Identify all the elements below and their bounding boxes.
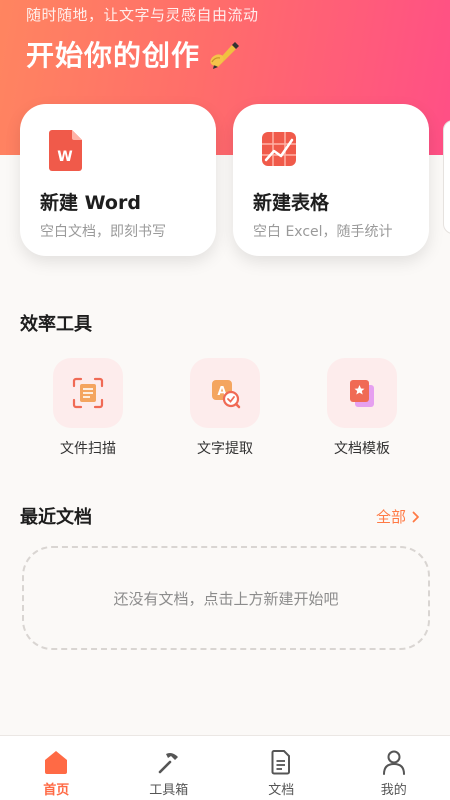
see-all-label: 全部 — [375, 508, 406, 526]
home-icon — [45, 751, 68, 774]
tool-text-extract[interactable]: A 文字提取 — [170, 358, 280, 458]
tool-label: 文档模板 — [334, 441, 390, 457]
word-doc-icon: W — [49, 130, 82, 171]
tool-tile — [53, 358, 123, 428]
svg-text:W: W — [57, 149, 72, 165]
see-all-link[interactable]: 全部 — [376, 506, 420, 527]
profile-icon — [382, 750, 405, 775]
tool-file-scan[interactable]: 文件扫描 — [33, 358, 143, 458]
new-sheet-card[interactable]: 新建表格 空白 Excel，随手统计 — [233, 104, 429, 256]
next-card-peek[interactable] — [443, 120, 450, 234]
tool-label: 文件扫描 — [60, 441, 116, 457]
new-word-desc: 空白文档，即刻书写 — [40, 224, 166, 240]
tab-label: 我的 — [380, 783, 407, 798]
tool-label: 文字提取 — [197, 441, 253, 457]
tab-label: 文档 — [268, 783, 295, 798]
hero-subtitle: 随时随地，让文字与灵感自由流动 — [26, 6, 259, 24]
tab-home[interactable]: 首页 — [0, 736, 113, 800]
toolbox-icon — [158, 753, 178, 774]
tool-tile: A — [190, 358, 260, 428]
tool-tile — [327, 358, 397, 428]
new-sheet-title: 新建表格 — [253, 192, 330, 214]
chevron-right-icon — [412, 511, 419, 522]
hero-title: 开始你的创作 — [26, 34, 240, 74]
recent-section-title: 最近文档 — [20, 507, 92, 528]
writing-hand-icon — [210, 42, 240, 69]
new-word-card[interactable]: W 新建 Word 空白文档，即刻书写 — [20, 104, 216, 256]
tab-toolbox[interactable]: 工具箱 — [113, 736, 226, 800]
scan-icon — [72, 377, 104, 409]
document-icon — [271, 750, 291, 775]
empty-state-text: 还没有文档，点击上方新建开始吧 — [113, 589, 339, 608]
tool-doc-template[interactable]: 文档模板 — [307, 358, 417, 458]
tab-label: 首页 — [43, 783, 70, 798]
bottom-tab-bar: 首页 工具箱 文档 我的 — [0, 735, 450, 800]
template-icon — [350, 380, 374, 407]
new-sheet-desc: 空白 Excel，随手统计 — [253, 224, 393, 240]
tab-documents[interactable]: 文档 — [225, 736, 338, 800]
new-word-title: 新建 Word — [40, 192, 141, 214]
tools-section-title: 效率工具 — [20, 314, 92, 335]
spreadsheet-icon — [262, 132, 296, 166]
recent-empty-state: 还没有文档，点击上方新建开始吧 — [22, 546, 430, 650]
text-extract-icon: A — [212, 380, 241, 409]
tab-profile[interactable]: 我的 — [338, 736, 450, 800]
hero-title-text: 开始你的创作 — [26, 39, 201, 72]
tab-label: 工具箱 — [149, 783, 189, 798]
